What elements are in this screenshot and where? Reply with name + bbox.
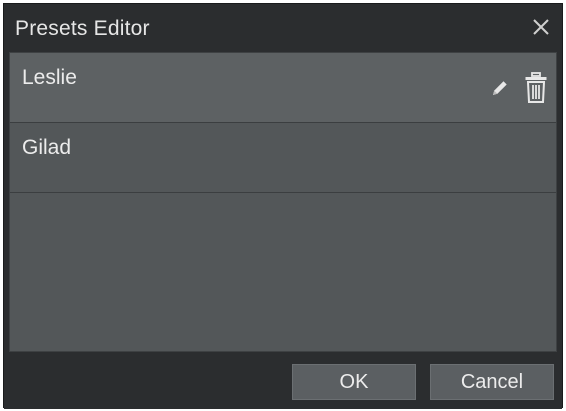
dialog-footer: OK Cancel bbox=[4, 352, 562, 409]
delete-button[interactable] bbox=[524, 72, 548, 104]
cancel-button[interactable]: Cancel bbox=[430, 364, 554, 400]
pencil-icon bbox=[493, 81, 507, 95]
edit-button[interactable] bbox=[490, 78, 510, 98]
title-bar: Presets Editor bbox=[4, 4, 562, 52]
row-actions bbox=[490, 71, 548, 105]
preset-label: Gilad bbox=[22, 136, 72, 159]
ok-button[interactable]: OK bbox=[292, 364, 416, 400]
dialog-title: Presets Editor bbox=[15, 17, 150, 40]
close-icon bbox=[533, 19, 549, 35]
presets-list: Leslie Gilad bbox=[9, 52, 557, 352]
list-item-gilad[interactable]: Gilad bbox=[10, 123, 556, 193]
trash-icon bbox=[525, 72, 547, 103]
list-item-leslie[interactable]: Leslie bbox=[10, 53, 556, 123]
preset-label: Leslie bbox=[22, 66, 77, 89]
close-button[interactable] bbox=[526, 12, 556, 42]
presets-editor-dialog: Presets Editor Leslie Gilad OK Cancel bbox=[3, 3, 563, 409]
